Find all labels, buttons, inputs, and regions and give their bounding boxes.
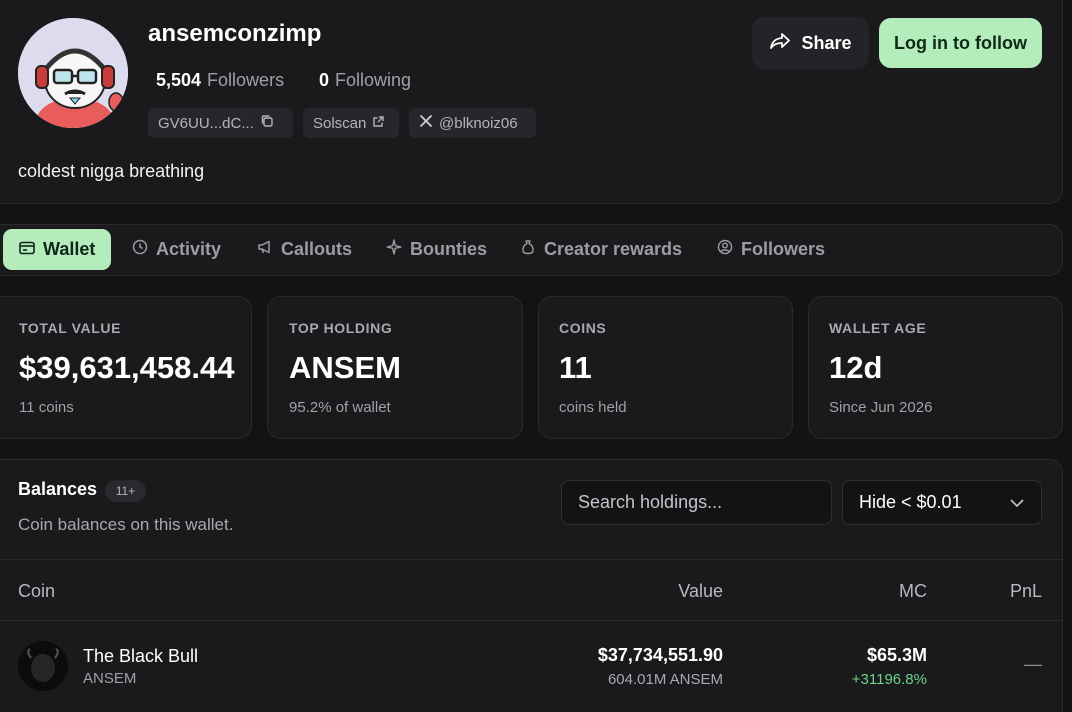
tab-label: Bounties: [410, 239, 488, 259]
stat-card-total-value: TOTAL VALUE $39,631,458.44 11 coins: [0, 296, 252, 439]
tab-wallet[interactable]: Wallet: [3, 229, 111, 270]
divider: [0, 620, 1063, 621]
tab-bounties[interactable]: Bounties: [374, 229, 499, 270]
column-header-coin[interactable]: Coin: [18, 581, 55, 602]
money-bag-icon: [520, 239, 536, 260]
bio: coldest nigga breathing: [18, 161, 205, 181]
wallet-icon: [19, 239, 35, 260]
avatar-illustration: [18, 18, 128, 128]
sparkle-icon: [386, 239, 402, 260]
coin-logo: [18, 641, 68, 691]
wallet-address: GV6UU...dC...: [158, 114, 254, 132]
market-cap: $65.3M: [866, 645, 927, 665]
username: ansemconzimp: [148, 20, 322, 47]
holding-amount: 604.01M ANSEM: [607, 671, 723, 688]
column-header-value[interactable]: Value: [678, 581, 723, 602]
tab-label: Activity: [156, 239, 222, 259]
followers-label: Followers: [207, 70, 285, 90]
tab-callouts[interactable]: Callouts: [245, 229, 364, 270]
tab-label: Creator rewards: [544, 239, 683, 259]
stat-value: 12d: [829, 350, 883, 385]
stat-sub: Since Jun 2026: [829, 399, 933, 416]
copy-icon: [260, 114, 274, 132]
clock-icon: [132, 239, 148, 260]
stat-value: $39,631,458.44: [19, 350, 235, 385]
tab-activity[interactable]: Activity: [120, 229, 233, 270]
log-in-to-follow-button[interactable]: Log in to follow: [879, 18, 1042, 68]
stat-sub: 95.2% of wallet: [289, 399, 391, 416]
stat-card-wallet-age: WALLET AGE 12d Since Jun 2026: [808, 296, 1063, 439]
stat-card-top-holding: TOP HOLDING ANSEM 95.2% of wallet: [267, 296, 523, 439]
share-icon: [769, 32, 791, 55]
balances-count-badge: 11+: [105, 480, 146, 502]
stat-sub: coins held: [559, 399, 627, 416]
column-header-mc[interactable]: MC: [899, 581, 927, 602]
stat-label: WALLET AGE: [829, 320, 927, 336]
x-handle: @blknoiz06: [439, 114, 518, 132]
user-circle-icon: [717, 239, 733, 260]
followers-stat[interactable]: 5,504 Followers: [156, 70, 284, 91]
dust-filter-select[interactable]: Hide < $0.01: [842, 480, 1042, 525]
tab-creator-rewards[interactable]: Creator rewards: [508, 229, 694, 270]
tab-label: Wallet: [43, 239, 96, 259]
search-holdings-input[interactable]: [561, 480, 832, 525]
tab-label: Callouts: [281, 239, 353, 259]
x-logo-icon: [419, 114, 433, 132]
pnl-value: —: [1024, 654, 1042, 674]
column-header-pnl[interactable]: PnL: [1010, 581, 1042, 602]
dust-filter-value: Hide < $0.01: [859, 492, 962, 512]
following-stat[interactable]: 0 Following: [319, 70, 411, 91]
tab-followers[interactable]: Followers: [705, 229, 837, 270]
megaphone-icon: [257, 239, 273, 260]
stat-label: COINS: [559, 320, 607, 336]
following-count: 0: [319, 70, 330, 90]
stat-sub: 11 coins: [19, 399, 74, 416]
external-link-icon: [372, 115, 385, 132]
share-button[interactable]: Share: [752, 17, 869, 69]
solscan-link[interactable]: Solscan: [303, 108, 399, 138]
x-profile-link[interactable]: @blknoiz06: [409, 108, 536, 138]
balances-subtitle: Coin balances on this wallet.: [18, 515, 234, 534]
divider: [0, 559, 1063, 560]
followers-count: 5,504: [156, 70, 202, 90]
coin-name: The Black Bull: [83, 646, 199, 666]
stat-value: ANSEM: [289, 350, 401, 385]
tab-label: Followers: [741, 239, 826, 259]
stat-label: TOTAL VALUE: [19, 320, 122, 336]
market-cap-change: +31196.8%: [851, 671, 927, 688]
solscan-label: Solscan: [313, 114, 367, 132]
stat-label: TOP HOLDING: [289, 320, 393, 336]
following-label: Following: [335, 70, 412, 90]
share-label: Share: [801, 32, 852, 53]
coin-symbol: ANSEM: [83, 670, 137, 687]
stat-value: 11: [559, 350, 592, 385]
avatar: [18, 18, 128, 128]
balances-title: Balances: [18, 479, 98, 499]
chevron-down-icon: [1009, 492, 1025, 513]
holding-value: $37,734,551.90: [597, 645, 723, 665]
stat-card-coins: COINS 11 coins held: [538, 296, 793, 439]
wallet-address-chip[interactable]: GV6UU...dC...: [148, 108, 293, 138]
